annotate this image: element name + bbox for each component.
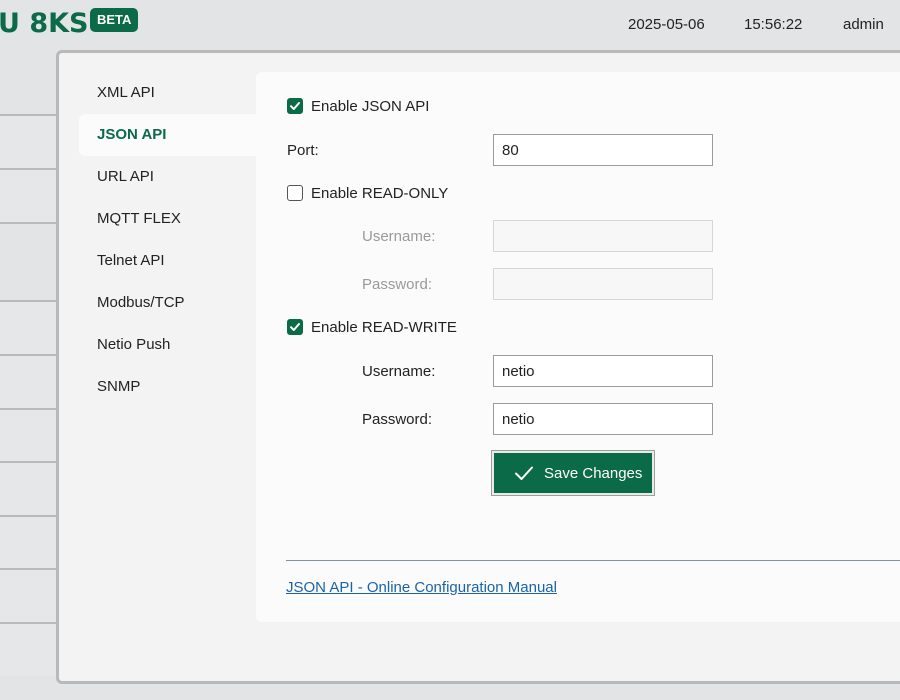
outer-nav-item[interactable] bbox=[0, 168, 56, 224]
check-icon bbox=[290, 102, 300, 110]
ro-password-label: Password: bbox=[362, 276, 433, 293]
subnav-snmp[interactable]: SNMP bbox=[79, 366, 257, 408]
outer-nav-item[interactable] bbox=[0, 461, 56, 515]
ro-username-input[interactable] bbox=[493, 220, 713, 252]
check-icon bbox=[290, 323, 300, 331]
port-label: Port: bbox=[287, 142, 319, 159]
outer-nav-item[interactable] bbox=[0, 114, 56, 168]
save-changes-label: Save Changes bbox=[544, 464, 643, 482]
online-manual-link[interactable]: JSON API - Online Configuration Manual bbox=[286, 579, 557, 596]
subnav-xml-api[interactable]: XML API bbox=[79, 72, 257, 114]
enable-json-label[interactable]: Enable JSON API bbox=[311, 98, 429, 115]
enable-read-write-label[interactable]: Enable READ-WRITE bbox=[311, 319, 457, 336]
outer-nav-item[interactable] bbox=[0, 354, 56, 408]
header-user[interactable]: admin bbox=[843, 16, 884, 33]
outer-nav-item[interactable] bbox=[0, 300, 56, 354]
beta-badge: BETA bbox=[90, 8, 139, 32]
subnav-json-api[interactable]: JSON API bbox=[79, 114, 257, 156]
rw-username-input[interactable] bbox=[493, 355, 713, 387]
outer-nav-item[interactable] bbox=[0, 515, 56, 569]
subnav-netio-push[interactable]: Netio Push bbox=[79, 324, 257, 366]
header-time: 15:56:22 bbox=[744, 16, 803, 33]
check-icon bbox=[514, 465, 534, 481]
header-date: 2025-05-06 bbox=[628, 16, 705, 33]
enable-read-only-checkbox[interactable] bbox=[287, 185, 303, 201]
subnav-url-api[interactable]: URL API bbox=[79, 156, 257, 198]
divider bbox=[286, 560, 900, 561]
port-input[interactable] bbox=[493, 134, 713, 166]
outer-nav-item[interactable] bbox=[0, 622, 56, 676]
subnav-mqtt-flex[interactable]: MQTT FLEX bbox=[79, 198, 257, 240]
outer-nav-item[interactable] bbox=[0, 408, 56, 462]
ro-password-input[interactable] bbox=[493, 268, 713, 300]
enable-read-only-label[interactable]: Enable READ-ONLY bbox=[311, 185, 448, 202]
subnav-modbus-tcp[interactable]: Modbus/TCP bbox=[79, 282, 257, 324]
rw-password-label: Password: bbox=[362, 411, 433, 428]
save-changes-button[interactable]: Save Changes bbox=[491, 450, 655, 496]
ro-username-label: Username: bbox=[362, 228, 436, 245]
rw-password-input[interactable] bbox=[493, 403, 713, 435]
outer-nav-item[interactable] bbox=[0, 568, 56, 622]
subnav-telnet-api[interactable]: Telnet API bbox=[79, 240, 257, 282]
rw-username-label: Username: bbox=[362, 363, 436, 380]
enable-read-write-checkbox[interactable] bbox=[287, 319, 303, 335]
enable-json-checkbox[interactable] bbox=[287, 98, 303, 114]
product-logo: U 8KS bbox=[0, 8, 89, 39]
